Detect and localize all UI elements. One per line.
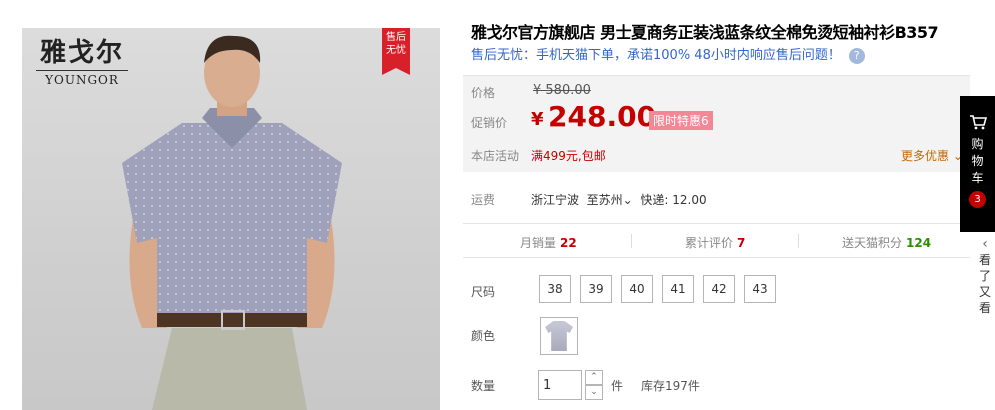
promo-price: 248.00	[548, 100, 657, 133]
size-option[interactable]: 40	[621, 275, 653, 303]
more-discounts-link[interactable]: 更多优惠 ⌄	[901, 147, 963, 164]
shipping-info: 浙江宁波 至苏州⌄ 快递: 12.00	[531, 191, 707, 208]
shipping-label: 运费	[471, 193, 496, 207]
see-also-tab[interactable]: ‹ 看 了 又 看	[976, 236, 994, 316]
see-also-char: 又	[978, 285, 991, 299]
size-option[interactable]: 39	[580, 275, 612, 303]
currency-symbol: ¥	[531, 109, 544, 130]
chevron-left-icon: ‹	[982, 236, 988, 252]
tmall-points: 送天猫积分 124	[842, 234, 931, 251]
chevron-down-icon: ⌄	[622, 193, 633, 207]
brand-logo: 雅戈尔 YOUNGOR	[36, 36, 128, 87]
product-title: 雅戈尔官方旗舰店 男士夏商务正装浅蓝条纹全棉免烫短袖衬衫B357	[471, 23, 939, 42]
promo-price-label: 促销价	[471, 116, 508, 130]
cart-label-char: 物	[971, 154, 984, 168]
help-icon[interactable]: ?	[848, 47, 865, 64]
cart-label: 购 物 车	[960, 136, 995, 187]
cart-label-char: 购	[971, 137, 984, 151]
shirt-thumbnail-icon	[545, 321, 573, 351]
reviews-label: 累计评价	[685, 236, 734, 250]
original-price: ¥ 580.00	[533, 83, 591, 98]
monthly-sales: 月销量 22	[520, 234, 577, 251]
monthly-sales-label: 月销量	[520, 236, 557, 250]
see-also-char: 看	[978, 253, 991, 267]
price-panel: 价格 ¥ 580.00 促销价 ¥ 248.00 限时特惠6 本店活动 满499…	[463, 75, 970, 172]
ship-method: 快递: 12.00	[640, 193, 707, 207]
quantity-decrease-button[interactable]: ⌄	[585, 385, 603, 400]
brand-logo-cn: 雅戈尔	[39, 38, 124, 68]
brand-logo-en: YOUNGOR	[36, 70, 128, 87]
ship-from: 浙江宁波	[531, 193, 580, 207]
divider	[798, 234, 799, 248]
color-swatch[interactable]	[540, 317, 578, 355]
size-label: 尺码	[471, 285, 496, 299]
store-promo[interactable]: 满499元,包邮	[531, 147, 606, 164]
product-image[interactable]: 雅戈尔 YOUNGOR	[22, 28, 440, 410]
after-sales-badge: 售后 无忧	[382, 28, 410, 75]
promo-tag: 限时特惠6	[649, 111, 713, 130]
cart-label-char: 车	[971, 171, 984, 185]
size-option[interactable]: 43	[744, 275, 776, 303]
quantity-input[interactable]	[538, 370, 582, 400]
points-value: 124	[906, 236, 932, 250]
size-option[interactable]: 38	[539, 275, 571, 303]
stock-count: 库存197件	[641, 379, 700, 393]
shipping-row: 运费 浙江宁波 至苏州⌄ 快递: 12.00	[463, 175, 970, 224]
stats-bar: 月销量 22 累计评价 7 送天猫积分 124	[463, 225, 970, 258]
ship-to: 至苏州	[586, 193, 623, 207]
color-label: 颜色	[471, 329, 496, 343]
reviews-value: 7	[737, 236, 746, 250]
ship-to-selector[interactable]: 至苏州⌄	[587, 193, 633, 207]
badge-line2: 无忧	[386, 45, 406, 56]
reviews[interactable]: 累计评价 7	[685, 234, 745, 251]
points-label: 送天猫积分	[842, 236, 903, 250]
original-price-label: 价格	[471, 86, 496, 100]
quantity-increase-button[interactable]: ⌃	[585, 370, 603, 385]
quantity-unit: 件	[611, 379, 624, 393]
store-activity-label: 本店活动	[471, 149, 520, 163]
product-subtitle: 售后无忧：手机天猫下单，承诺100% 48小时内响应售后问题！?	[471, 44, 865, 64]
cart-icon	[960, 114, 995, 134]
see-also-char: 看	[978, 301, 991, 315]
size-option[interactable]: 42	[703, 275, 735, 303]
divider	[631, 234, 632, 248]
subtitle-text: 售后无忧：手机天猫下单，承诺100% 48小时内响应售后问题！	[471, 48, 841, 63]
cart-count-badge: 3	[969, 191, 986, 208]
see-also-char: 了	[978, 269, 991, 283]
quantity-label: 数量	[471, 379, 496, 393]
cart-button[interactable]: 购 物 车 3	[960, 96, 995, 232]
size-option[interactable]: 41	[662, 275, 694, 303]
badge-line1: 售后	[386, 32, 406, 43]
monthly-sales-value: 22	[560, 236, 577, 250]
more-discounts-label: 更多优惠	[901, 149, 950, 163]
